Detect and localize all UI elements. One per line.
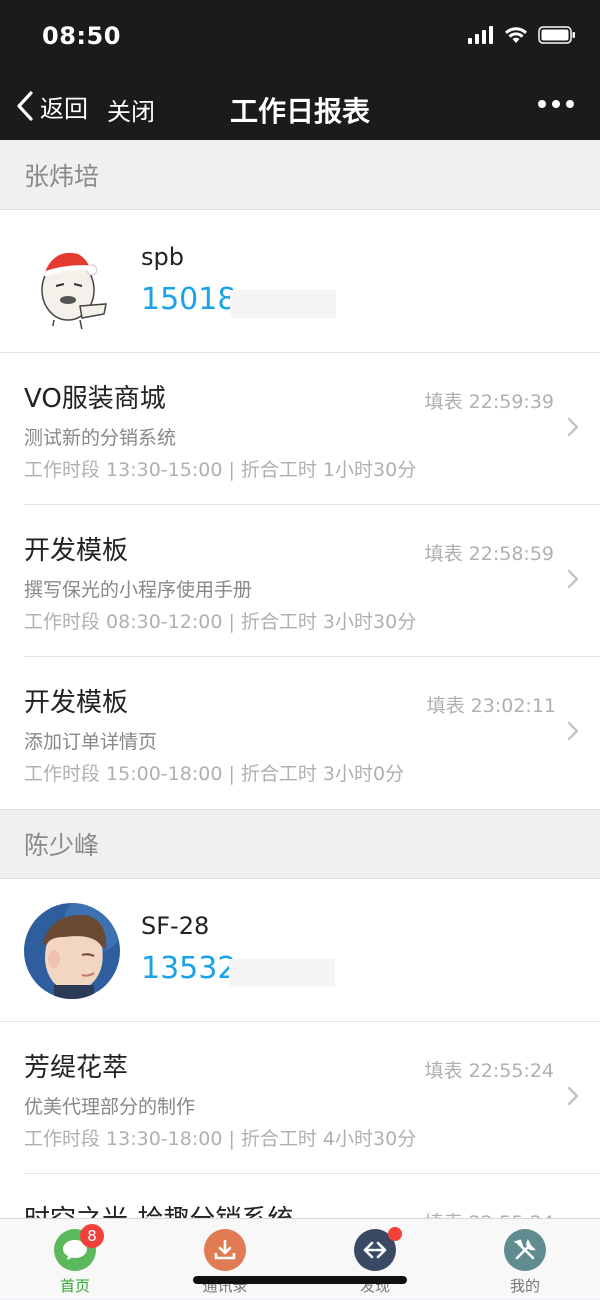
- tab-home[interactable]: 8 首页: [0, 1219, 150, 1300]
- entry-title: VO服装商城: [24, 384, 166, 414]
- more-dot-icon: [538, 100, 546, 108]
- entry-title: 开发模板: [24, 688, 129, 718]
- report-entry[interactable]: 开发模板 填表 22:58:59 撰写保光的小程序使用手册 工作时段 08:30…: [0, 505, 600, 657]
- entry-meta: 工作时段 13:30-18:00 | 折合工时 4小时30分: [24, 1128, 417, 1150]
- battery-icon: [538, 26, 575, 44]
- page-title: 工作日报表: [229, 95, 370, 128]
- user-profile[interactable]: SF-28 13532: [0, 879, 600, 1022]
- phone-redaction: [229, 959, 335, 987]
- back-label: 返回: [40, 94, 88, 123]
- entry-description: 添加订单详情页: [24, 731, 158, 753]
- tab-discover[interactable]: 发现: [300, 1219, 450, 1300]
- entry-time: 填表 22:58:59: [424, 543, 554, 565]
- entry-description: 撰写保光的小程序使用手册: [24, 579, 253, 601]
- signal-icon: [468, 26, 493, 44]
- entry-title: 芳缇花萃: [24, 1053, 129, 1083]
- section-header: 陈少峰: [0, 809, 600, 879]
- tab-profile[interactable]: 我的: [450, 1219, 600, 1300]
- tab-label: 首页: [59, 1277, 90, 1295]
- entry-time: 填表 22:59:39: [424, 391, 554, 413]
- home-indicator: [193, 1276, 407, 1284]
- user-name: spb: [141, 243, 184, 271]
- report-entry[interactable]: 芳缇花萃 填表 22:55:24 优美代理部分的制作 工作时段 13:30-18…: [0, 1022, 600, 1174]
- section-header: 张炜培: [0, 140, 600, 210]
- phone-redaction: [230, 290, 336, 318]
- entry-description: 测试新的分销系统: [24, 427, 177, 449]
- tab-bar: 8 首页 通讯录 发现 我的: [0, 1218, 600, 1299]
- entry-title: 时空之光-拾趣分销系统: [24, 1205, 294, 1220]
- entry-time: 填表 22:55:24: [424, 1060, 554, 1082]
- entry-meta: 工作时段 15:00-18:00 | 折合工时 3小时0分: [24, 763, 405, 785]
- navigation-bar: 返回 关闭 工作日报表: [0, 70, 600, 140]
- report-list[interactable]: 张炜培 spb 15018 VO服装商城 填表 22:59:39 测试新的分销系…: [0, 140, 600, 1220]
- download-tray-icon: [204, 1229, 246, 1271]
- notification-badge: 8: [80, 1224, 104, 1248]
- status-icons: [468, 26, 576, 44]
- report-entry[interactable]: 开发模板 填表 23:02:11 添加订单详情页 工作时段 15:00-18:0…: [0, 657, 600, 809]
- entry-time: 填表 23:02:11: [426, 695, 556, 717]
- status-time: 08:50: [42, 22, 121, 50]
- tools-icon: [504, 1229, 546, 1271]
- user-phone[interactable]: 15018: [141, 282, 236, 317]
- avatar: [24, 903, 120, 999]
- entry-title: 开发模板: [24, 536, 129, 566]
- chevron-right-icon: [567, 721, 579, 741]
- chevron-left-icon: [17, 91, 33, 121]
- entry-meta: 工作时段 08:30-12:00 | 折合工时 3小时30分: [24, 611, 417, 633]
- close-button[interactable]: 关闭: [107, 92, 155, 127]
- user-phone[interactable]: 13532: [141, 951, 236, 986]
- user-profile[interactable]: spb 15018: [0, 210, 600, 353]
- report-entry[interactable]: VO服装商城 填表 22:59:39 测试新的分销系统 工作时段 13:30-1…: [0, 353, 600, 505]
- entry-description: 优美代理部分的制作: [24, 1096, 196, 1118]
- status-bar: 08:50: [0, 0, 600, 70]
- wifi-icon: [505, 27, 527, 43]
- entry-meta: 工作时段 13:30-15:00 | 折合工时 1小时30分: [24, 459, 417, 481]
- user-name: SF-28: [141, 912, 210, 940]
- chevron-right-icon: [567, 417, 579, 437]
- chevron-right-icon: [567, 1086, 579, 1106]
- more-dot-icon: [566, 100, 574, 108]
- chevron-right-icon: [567, 569, 579, 589]
- tab-contacts[interactable]: 通讯录: [150, 1219, 300, 1300]
- tab-label: 我的: [509, 1277, 540, 1295]
- back-button[interactable]: 返回: [16, 88, 88, 124]
- notification-dot: [388, 1227, 402, 1241]
- report-entry[interactable]: 时空之光-拾趣分销系统 填表 22:55:24: [0, 1174, 600, 1220]
- more-button[interactable]: [538, 100, 574, 108]
- avatar: [24, 234, 120, 330]
- more-dot-icon: [552, 100, 560, 108]
